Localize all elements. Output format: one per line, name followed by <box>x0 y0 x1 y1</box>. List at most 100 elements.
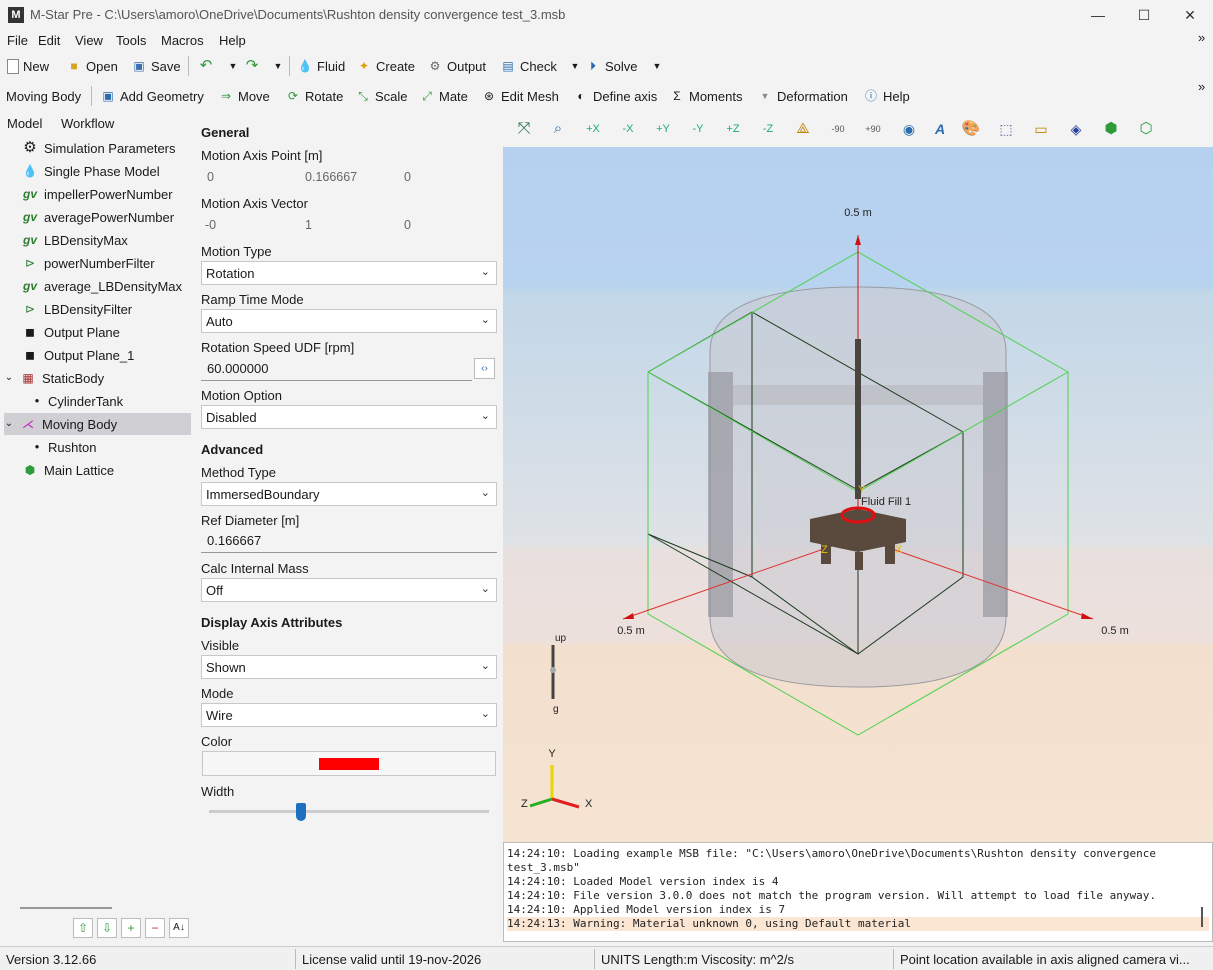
tree-scrollbar[interactable] <box>20 907 112 909</box>
ref-diameter-input[interactable]: 0.166667 <box>201 529 497 553</box>
remove-item-button[interactable]: − <box>145 918 165 938</box>
tree-item-simulation-parameters[interactable]: ⚙ Simulation Parameters <box>22 137 190 159</box>
tab-model[interactable]: Model <box>7 116 42 131</box>
add-item-button[interactable]: + <box>121 918 141 938</box>
view-plus-z-button[interactable]: +Z <box>722 118 744 140</box>
tree-item-powernumberfilter[interactable]: ⊳ powerNumberFilter <box>22 252 190 274</box>
tree-item-cylindertank[interactable]: ● CylinderTank <box>32 390 200 412</box>
tree-item-output-plane[interactable]: ◼ Output Plane <box>22 321 190 343</box>
minimize-button[interactable]: — <box>1075 0 1121 30</box>
solve-button[interactable]: ⏵ Solve <box>585 55 638 77</box>
open-button[interactable]: ■ Open <box>66 55 117 77</box>
fluid-button[interactable]: 💧 Fluid <box>297 55 346 77</box>
add-geometry-button[interactable]: ▣ Add Geometry <box>100 85 204 107</box>
tree-item-lbdensityfilter[interactable]: ⊳ LBDensityFilter <box>22 298 190 320</box>
redo-button[interactable]: ↷ <box>244 55 260 77</box>
tree-item-staticbody[interactable]: ⌄ ▦ StaticBody <box>4 367 190 389</box>
moments-button[interactable]: Σ Moments <box>669 85 742 107</box>
scale-button[interactable]: ⤡ Scale <box>355 85 407 107</box>
rotate-button[interactable]: ⟳ Rotate <box>285 85 343 107</box>
move-down-button[interactable]: ⇩ <box>97 918 117 938</box>
tree-item-main-lattice[interactable]: ⬢ Main Lattice <box>22 459 190 481</box>
ruler-icon[interactable]: ▭ <box>1030 118 1052 140</box>
calc-internal-mass-select[interactable]: Off ⌄ <box>201 578 497 602</box>
undo-button[interactable]: ↶ <box>198 55 214 77</box>
rotation-speed-input[interactable]: 60.000000 <box>201 357 472 381</box>
view-plus-x-button[interactable]: +X <box>582 118 604 140</box>
tree-item-lbdensitymax[interactable]: gv LBDensityMax <box>22 229 190 251</box>
edit-mesh-button[interactable]: ⊛ Edit Mesh <box>481 85 559 107</box>
mode-select[interactable]: Wire ⌄ <box>201 703 497 727</box>
tree-item-rushton[interactable]: ● Rushton <box>32 436 200 458</box>
rotation-speed-label: Rotation Speed UDF [rpm] <box>201 340 355 355</box>
motion-axis-vector-y[interactable]: 1 <box>305 218 312 232</box>
wire-cube-icon[interactable]: ⬡ <box>1135 118 1157 140</box>
width-slider-track[interactable] <box>209 810 489 813</box>
width-slider-thumb[interactable] <box>296 803 307 821</box>
motion-option-select[interactable]: Disabled ⌄ <box>201 405 497 429</box>
visible-select[interactable]: Shown ⌄ <box>201 655 497 679</box>
menu-macros[interactable]: Macros <box>161 33 204 48</box>
zoom-fit-icon[interactable]: ⤧ <box>513 118 535 140</box>
undo-dropdown[interactable]: ▼ <box>225 55 241 77</box>
layers-icon[interactable]: ◈ <box>1065 118 1087 140</box>
save-button[interactable]: ▣ Save <box>131 55 180 77</box>
overflow-icon[interactable]: » <box>1198 30 1205 45</box>
console-scrollbar[interactable] <box>1201 907 1203 927</box>
bounding-box-icon[interactable]: ⬚ <box>995 118 1017 140</box>
tree-item-average-lbdensitymax[interactable]: gv average_LBDensityMax <box>22 275 190 297</box>
font-annotation-icon[interactable]: A <box>929 118 951 140</box>
motion-axis-point-z[interactable]: 0 <box>404 170 411 184</box>
output-button[interactable]: ⚙ Output <box>427 55 486 77</box>
ramp-time-mode-select[interactable]: Auto ⌄ <box>201 309 497 333</box>
method-type-select[interactable]: ImmersedBoundary ⌄ <box>201 482 497 506</box>
visibility-icon[interactable]: ◉ <box>898 118 920 140</box>
view-minus-x-button[interactable]: -X <box>617 118 639 140</box>
define-axis-button[interactable]: ◐ Define axis <box>573 85 657 107</box>
help-button[interactable]: ⓘ Help <box>863 85 910 107</box>
motion-type-select[interactable]: Rotation ⌄ <box>201 261 497 285</box>
tab-workflow[interactable]: Workflow <box>61 116 114 131</box>
menu-help[interactable]: Help <box>219 33 246 48</box>
sort-az-button[interactable]: A↓ <box>169 918 189 938</box>
motion-axis-point-y[interactable]: 0.166667 <box>305 170 357 184</box>
solid-cube-icon[interactable]: ⬢ <box>1100 118 1122 140</box>
maximize-button[interactable]: ☐ <box>1121 0 1167 30</box>
move-up-button[interactable]: ⇧ <box>73 918 93 938</box>
tree-item-impellerpowernumber[interactable]: gv impellerPowerNumber <box>22 183 190 205</box>
redo-dropdown[interactable]: ▼ <box>270 55 286 77</box>
check-dropdown[interactable]: ▼ <box>567 55 583 77</box>
menu-edit[interactable]: Edit <box>38 33 60 48</box>
rotate-minus-90-button[interactable]: -90 <box>827 118 849 140</box>
menu-file[interactable]: File <box>7 33 28 48</box>
solve-dropdown[interactable]: ▼ <box>649 55 665 77</box>
view-plus-y-button[interactable]: +Y <box>652 118 674 140</box>
overflow-icon[interactable]: » <box>1198 75 1205 97</box>
close-button[interactable]: ✕ <box>1167 0 1213 30</box>
zoom-region-icon[interactable]: ⌕ <box>547 118 569 140</box>
udf-editor-button[interactable]: ‹› <box>474 358 495 379</box>
deformation-button[interactable]: ▼ Deformation <box>757 85 848 107</box>
tree-item-averagepowernumber[interactable]: gv averagePowerNumber <box>22 206 190 228</box>
motion-axis-vector-z[interactable]: 0 <box>404 218 411 232</box>
mate-button[interactable]: ⤢ Mate <box>419 85 468 107</box>
new-button[interactable]: New <box>7 55 49 77</box>
tree-item-output-plane-1[interactable]: ◼ Output Plane_1 <box>22 344 190 366</box>
motion-axis-point-x[interactable]: 0 <box>207 170 214 184</box>
isometric-view-icon[interactable]: ⟁ <box>792 118 814 140</box>
menu-view[interactable]: View <box>75 33 103 48</box>
view-minus-z-button[interactable]: -Z <box>757 118 779 140</box>
move-button[interactable]: ⇒ Move <box>218 85 270 107</box>
menu-tools[interactable]: Tools <box>116 33 146 48</box>
palette-icon[interactable]: 🎨 <box>960 118 982 140</box>
create-button[interactable]: ✦ Create <box>356 55 415 77</box>
console-log[interactable]: 14:24:10: Loading example MSB file: "C:\… <box>503 842 1213 942</box>
check-button[interactable]: ▤ Check <box>500 55 557 77</box>
rotate-plus-90-button[interactable]: +90 <box>862 118 884 140</box>
view-minus-y-button[interactable]: -Y <box>687 118 709 140</box>
tree-item-moving-body[interactable]: ⌄ ⋌ Moving Body <box>4 413 191 435</box>
tree-item-single-phase-model[interactable]: 💧 Single Phase Model <box>22 160 190 182</box>
motion-axis-vector-x[interactable]: -0 <box>205 218 216 232</box>
color-picker-button[interactable] <box>202 751 496 776</box>
3d-viewport[interactable]: 0.5 m 0.5 m 0.5 m Fluid Fill 1 Y X Z up … <box>503 147 1213 842</box>
